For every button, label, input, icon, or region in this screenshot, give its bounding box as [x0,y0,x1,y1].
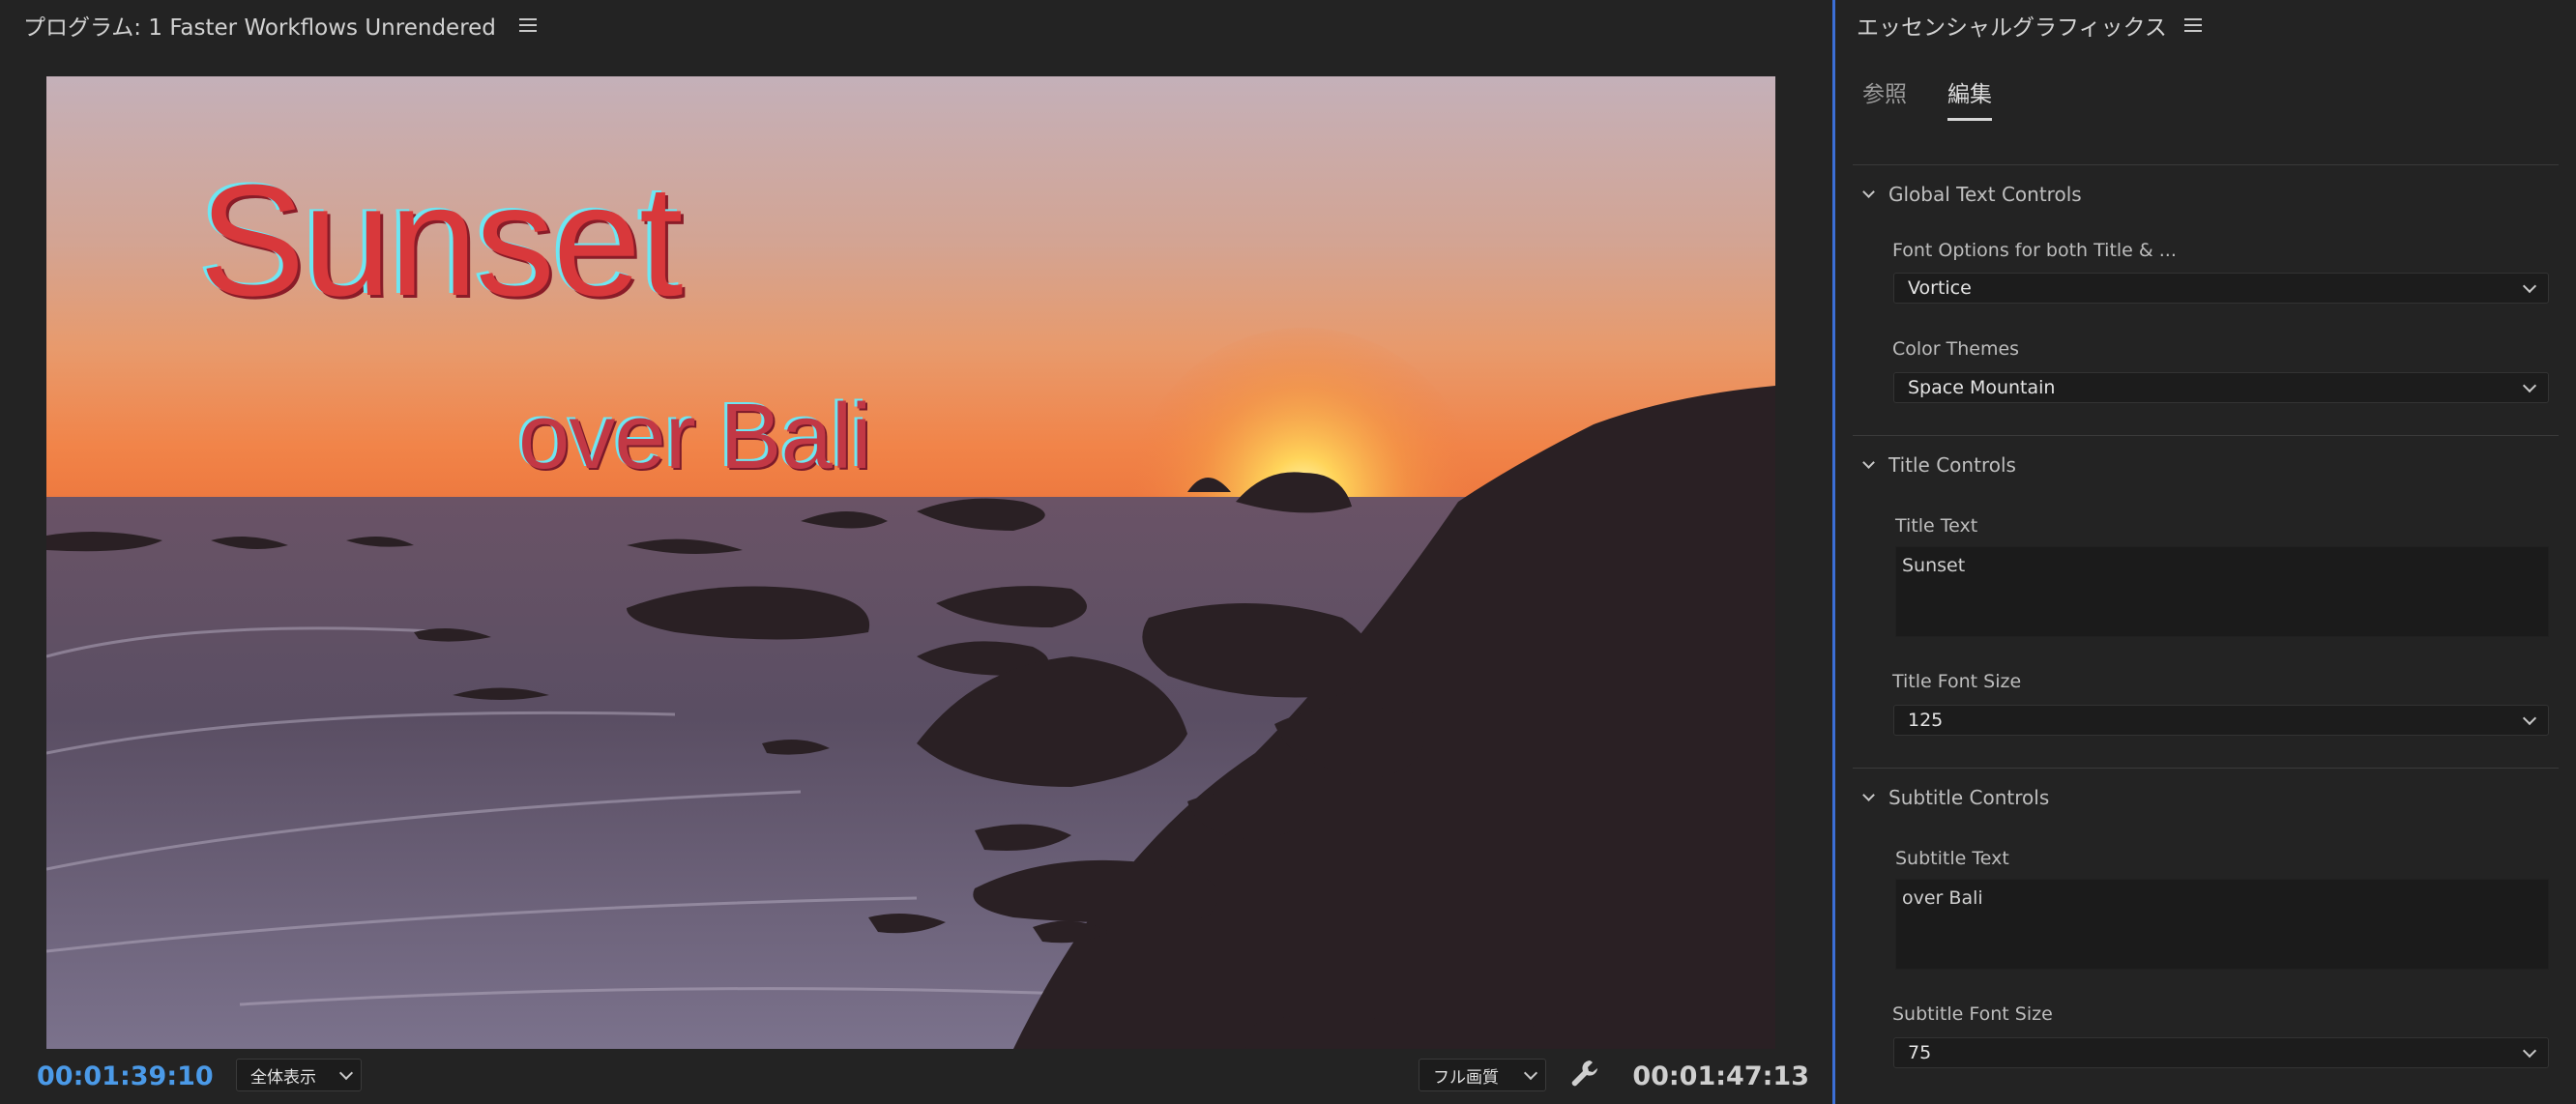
color-themes-value: Space Mountain [1908,377,2056,398]
title-font-size-select[interactable]: 125 [1893,705,2549,736]
subtitle-text-field[interactable]: over Bali [1895,879,2549,970]
title-font-size-value: 125 [1908,710,1944,731]
section-global-text-controls[interactable]: Global Text Controls [1862,180,2082,209]
font-options-value: Vortice [1908,277,1972,299]
chevron-down-icon [1862,788,1875,801]
essential-graphics-panel: エッセンシャルグラフィックス 参照 編集 Global Text Control… [1835,0,2576,1104]
current-timecode[interactable]: 00:01:39:10 [37,1061,214,1091]
section-subtitle-controls[interactable]: Subtitle Controls [1862,783,2050,812]
font-options-label: Font Options for both Title & ... [1892,240,2177,261]
divider [1853,435,2559,436]
wrench-icon[interactable] [1568,1058,1601,1090]
essential-graphics-title: エッセンシャルグラフィックス [1857,15,2167,41]
font-options-select[interactable]: Vortice [1893,273,2549,304]
chevron-down-icon [1862,185,1875,198]
playback-controls-bar: 00:01:39:10 全体表示 フル画質 00:01:47:13 [0,1054,1832,1104]
section-title: Title Controls [1888,453,2016,477]
chevron-down-icon [2522,378,2537,392]
program-panel-title: プログラム: 1 Faster Workflows Unrendered [23,15,496,41]
overlay-subtitle-text: over Bali [518,385,871,488]
title-text-field[interactable]: Sunset [1895,546,2549,637]
overlay-title-text: Sunset [199,152,684,329]
panel-menu-icon[interactable] [2183,18,2202,32]
subtitle-font-size-label: Subtitle Font Size [1892,1003,2053,1025]
color-themes-label: Color Themes [1892,338,2020,360]
program-panel-header: プログラム: 1 Faster Workflows Unrendered [23,8,537,43]
divider [1853,768,2559,769]
tab-browse[interactable]: 参照 [1862,75,1907,121]
playback-quality-value: フル画質 [1433,1067,1499,1088]
section-title: Global Text Controls [1888,183,2082,206]
chevron-down-icon [338,1065,354,1080]
essential-graphics-tabs: 参照 編集 [1862,75,1992,121]
tab-edit[interactable]: 編集 [1947,75,1992,121]
duration-timecode: 00:01:47:13 [1632,1061,1809,1091]
section-title-controls[interactable]: Title Controls [1862,450,2016,479]
essential-graphics-header: エッセンシャルグラフィックス [1857,8,2202,43]
zoom-level-value: 全体表示 [250,1067,316,1088]
chevron-down-icon [2522,711,2537,725]
panel-menu-icon[interactable] [518,18,537,32]
chevron-down-icon [1862,455,1875,469]
program-monitor-panel: プログラム: 1 Faster Workflows Unrendered Sun… [0,0,1832,1104]
chevron-down-icon [2522,278,2537,293]
title-font-size-label: Title Font Size [1892,671,2022,692]
subtitle-font-size-select[interactable]: 75 [1893,1037,2549,1068]
chevron-down-icon [1523,1065,1538,1080]
video-preview[interactable]: Sunset over Bali [46,76,1775,1049]
zoom-level-select[interactable]: 全体表示 [236,1059,362,1091]
title-text-label: Title Text [1895,515,1978,537]
subtitle-font-size-value: 75 [1908,1042,1932,1063]
section-title: Subtitle Controls [1888,786,2050,809]
subtitle-text-label: Subtitle Text [1895,848,2009,869]
divider [1853,164,2559,165]
playback-quality-select[interactable]: フル画質 [1419,1059,1546,1091]
color-themes-select[interactable]: Space Mountain [1893,372,2549,403]
chevron-down-icon [2522,1043,2537,1058]
